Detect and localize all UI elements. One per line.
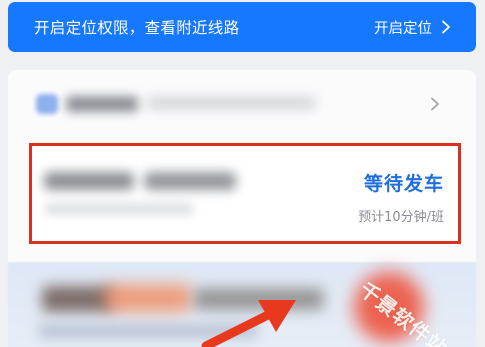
- blurred-line-name: [66, 96, 138, 112]
- location-banner-text: 开启定位权限，查看附近线路: [34, 19, 240, 37]
- blurred-stop-name: [44, 172, 134, 190]
- bus-arrival-row[interactable]: 等待发车 预计10分钟/班: [29, 143, 461, 244]
- blurred-stop-detail: [44, 204, 194, 214]
- location-permission-banner[interactable]: 开启定位权限，查看附近线路 开启定位: [8, 2, 476, 52]
- chevron-right-icon: [442, 20, 450, 34]
- blurred-line-info: [146, 98, 316, 108]
- blurred-direction: [144, 172, 236, 190]
- bus-line-icon: [36, 94, 58, 114]
- bus-eta-text: 预计10分钟/班: [358, 210, 444, 225]
- bus-status-text: 等待发车: [363, 173, 444, 195]
- screen-root: 开启定位权限，查看附近线路 开启定位 等待发车 预计10分钟/班 千景软件站: [0, 0, 485, 347]
- blurred-ad-block: [104, 284, 192, 312]
- enable-location-button[interactable]: 开启定位: [374, 17, 454, 38]
- enable-location-label: 开启定位: [374, 20, 432, 37]
- bus-line-card: 等待发车 预计10分钟/班: [8, 70, 476, 270]
- red-arrow-annotation: [201, 300, 296, 347]
- bus-line-header[interactable]: [8, 70, 476, 134]
- chevron-right-icon[interactable]: [428, 96, 442, 112]
